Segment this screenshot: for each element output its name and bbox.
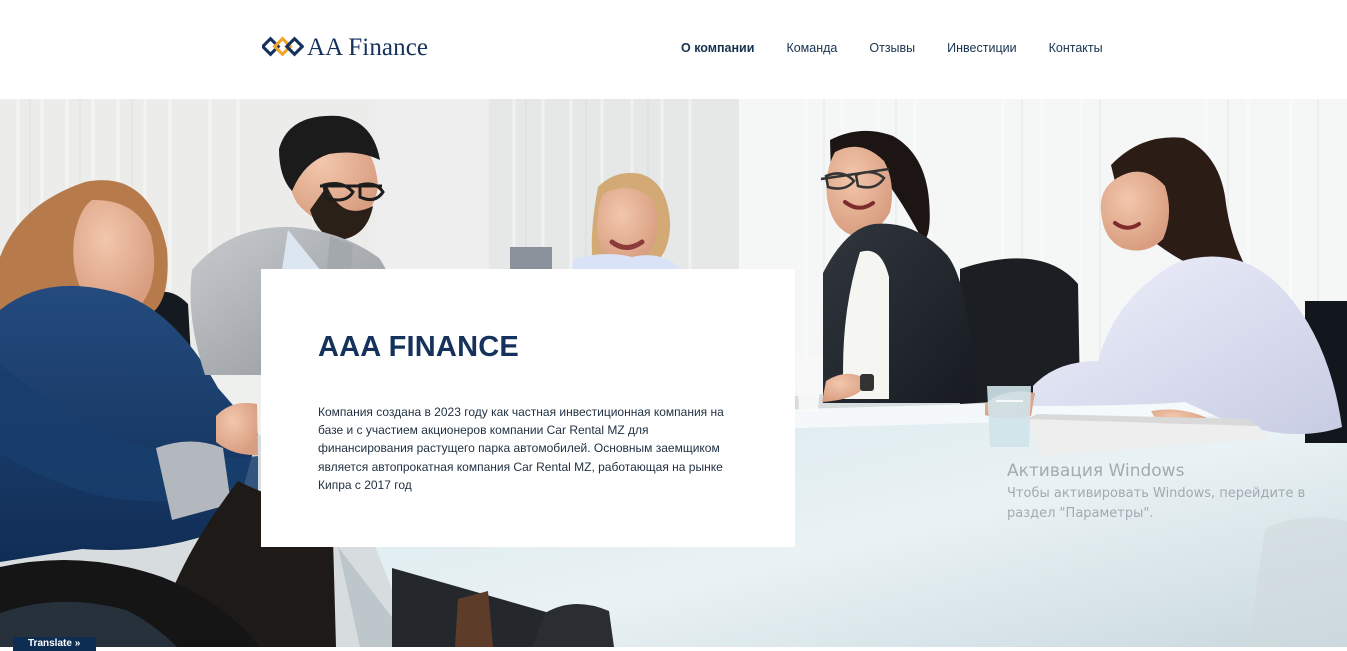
- logo-text: AA Finance: [307, 33, 429, 61]
- nav-reviews[interactable]: Отзывы: [869, 39, 915, 57]
- logo-link[interactable]: AA Finance: [262, 31, 428, 63]
- diamond-logo-icon: [262, 36, 304, 57]
- main-navigation: О компании Команда Отзывы Инвестиции Кон…: [681, 39, 1103, 57]
- site-header: AA Finance О компании Команда Отзывы Инв…: [0, 0, 1347, 99]
- translate-button[interactable]: Translate »: [13, 637, 96, 651]
- about-company-description: Компания создана в 2023 году как частная…: [318, 405, 724, 492]
- nav-about[interactable]: О компании: [681, 39, 754, 57]
- about-company-card: AAA FINANCE Компания создана в 2023 году…: [261, 269, 795, 547]
- hero-section: AAA FINANCE Компания создана в 2023 году…: [0, 99, 1347, 647]
- nav-contacts[interactable]: Контакты: [1049, 39, 1103, 57]
- nav-team[interactable]: Команда: [786, 39, 837, 57]
- about-company-title: AAA FINANCE: [318, 331, 519, 363]
- nav-investments[interactable]: Инвестиции: [947, 39, 1016, 57]
